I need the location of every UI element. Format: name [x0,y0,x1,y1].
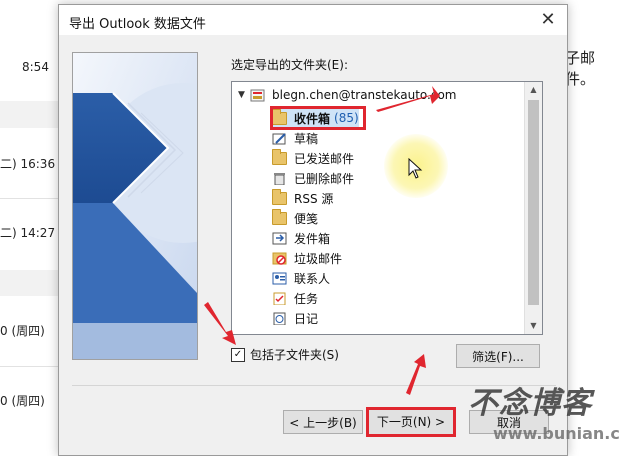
watermark-url: www.bunian.cn [493,424,619,443]
annotation-arrow-icon [376,86,440,112]
mouse-pointer-icon [408,158,423,179]
watermark-logo: 不念博客 [468,386,592,421]
annotation-arrow-icon [204,302,236,345]
annotation-arrow-icon [406,354,426,395]
